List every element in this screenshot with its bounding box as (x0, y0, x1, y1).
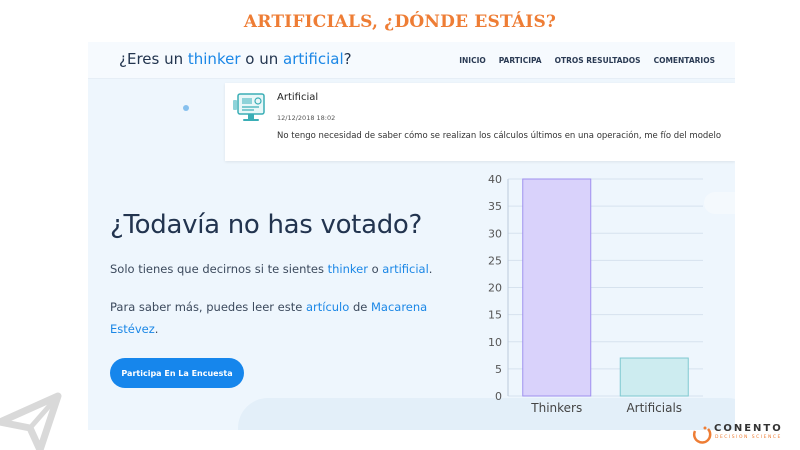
articulo-link[interactable]: artículo (306, 300, 349, 314)
bar-thinkers (522, 178, 592, 397)
comment-author: Artificial (277, 92, 319, 103)
decorative-dot (183, 105, 189, 111)
y-tick-label: 5 (495, 363, 502, 376)
votes-bar-chart: 0 5 10 15 20 25 30 35 40 Thinkers Artificials (488, 173, 703, 415)
brand-text-3: ? (343, 50, 352, 68)
y-tick-label: 30 (488, 227, 502, 240)
brand-thinker: thinker (187, 50, 241, 68)
y-tick-label: 0 (495, 390, 502, 403)
p2-text-a: Para saber más, puedes leer este (110, 300, 306, 314)
y-tick-label: 10 (488, 336, 502, 349)
nav-otros-resultados[interactable]: OTROS RESULTADOS (555, 56, 641, 65)
brand-artificial: artificial (283, 50, 344, 68)
conento-logo-icon (693, 426, 712, 444)
y-tick-label: 40 (488, 173, 502, 186)
nav-inicio[interactable]: INICIO (459, 56, 486, 65)
nav-comentarios[interactable]: COMENTARIOS (654, 56, 715, 65)
brand-text-2: o un (240, 50, 283, 68)
y-tick-label: 15 (488, 309, 502, 322)
paper-plane-watermark-icon (0, 392, 62, 450)
nav-participa[interactable]: PARTICIPA (499, 56, 542, 65)
site-brand[interactable]: ¿Eres un thinker o un artificial? (119, 50, 352, 68)
y-tick-label: 25 (488, 254, 502, 267)
comment-card: Artificial 12/12/2018 18:02 No tengo nec… (225, 83, 735, 161)
hero-paragraph-2: Para saber más, puedes leer este artícul… (110, 296, 450, 340)
website-screenshot: ¿Eres un thinker o un artificial? INICIO… (88, 42, 735, 430)
hero-headline: ¿Todavía no has votado? (110, 210, 423, 240)
slide-title: ARTIFICIALS, ¿DÓNDE ESTÁIS? (243, 12, 557, 32)
p2-text-c: . (154, 322, 159, 336)
comment-text: No tengo necesidad de saber cómo se real… (277, 131, 722, 141)
thinker-link[interactable]: thinker (328, 262, 368, 276)
x-tick-label: Artificials (626, 401, 682, 415)
main-nav: INICIO PARTICIPA OTROS RESULTADOS COMENTARI… (446, 56, 715, 65)
logo-name: CONENTO (714, 423, 783, 434)
p1-text-b: o (367, 262, 383, 276)
artificial-link[interactable]: artificial (382, 262, 428, 276)
y-tick-label: 20 (488, 282, 502, 295)
brand-text-1: ¿Eres un (119, 50, 188, 68)
p2-text-b: de (349, 300, 371, 314)
y-tick-label: 35 (488, 200, 502, 213)
hero-paragraph-1: Solo tienes que decirnos si te sientes t… (110, 262, 432, 276)
comment-date: 12/12/2018 18:02 (277, 114, 336, 122)
bar-artificials (619, 357, 689, 397)
x-tick-label: Thinkers (530, 401, 582, 415)
computer-icon (233, 93, 265, 121)
site-header: ¿Eres un thinker o un artificial? INICIO… (88, 42, 735, 79)
p1-text-c: . (428, 262, 433, 276)
logo-tagline: DECISION SCIENCE (715, 435, 782, 440)
participate-button[interactable]: Participa En La Encuesta (110, 358, 244, 388)
p1-text-a: Solo tienes que decirnos si te sientes (110, 262, 328, 276)
